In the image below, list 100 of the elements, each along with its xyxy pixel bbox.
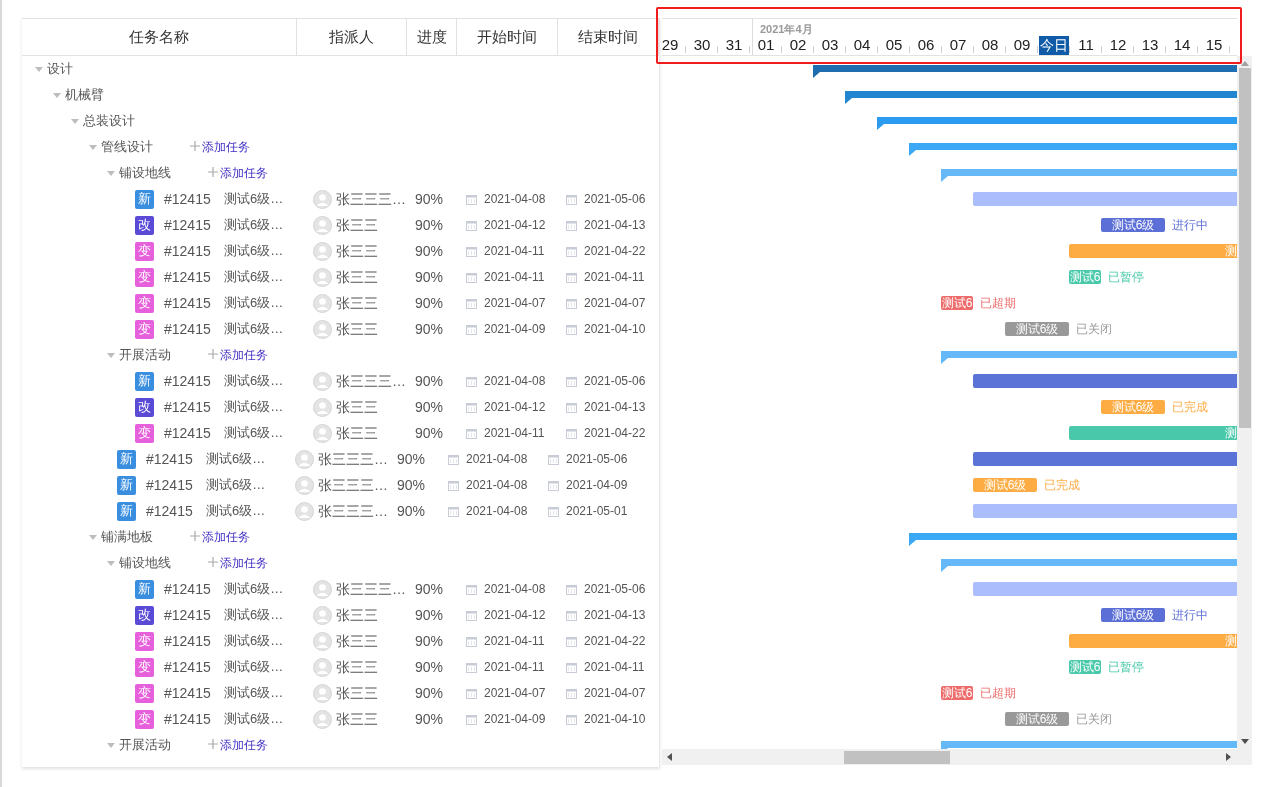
task-title[interactable]: 测试6级… <box>224 579 313 599</box>
start-date: 2021-04-08 <box>466 503 529 520</box>
assignee-name: 张三三 <box>336 241 379 261</box>
caret-down-icon[interactable] <box>35 65 43 73</box>
group-name[interactable]: 管线设计 <box>101 137 190 157</box>
start-date: 2021-04-08 <box>466 477 529 494</box>
progress-text: 90% <box>415 709 445 729</box>
task-title[interactable]: 测试6级… <box>206 501 295 521</box>
task-title[interactable]: 测试6级… <box>224 657 313 677</box>
caret-down-icon[interactable] <box>107 559 115 567</box>
assignee-name: 张三三 <box>336 605 379 625</box>
assignee-name: 张三三 <box>336 657 379 677</box>
end-date: 2021-04-11 <box>584 269 645 286</box>
task-badge[interactable]: 测试6级 <box>1101 608 1165 622</box>
day-label: 12 <box>1109 34 1127 55</box>
group-name[interactable]: 开展活动 <box>119 345 208 365</box>
start-date: 2021-04-11 <box>484 659 546 676</box>
day-label: 04 <box>853 34 871 55</box>
caret-down-icon[interactable] <box>107 351 115 359</box>
task-title[interactable]: 测试6级… <box>224 241 313 261</box>
avatar-icon <box>313 215 332 235</box>
column-header: 任务名称 <box>22 19 297 55</box>
task-title[interactable]: 测试6级… <box>224 319 313 339</box>
task-title[interactable]: 测试6级… <box>206 449 295 469</box>
avatar-icon <box>313 709 332 729</box>
group-name[interactable]: 铺设地线 <box>119 553 208 573</box>
caret-down-icon[interactable] <box>53 91 61 99</box>
task-title[interactable]: 测试6级… <box>224 423 313 443</box>
task-bar[interactable] <box>973 452 1237 466</box>
task-title[interactable]: 测试6级… <box>224 631 313 651</box>
task-title[interactable]: 测试6级… <box>224 293 313 313</box>
task-bar[interactable] <box>973 582 1237 596</box>
task-bar[interactable] <box>973 192 1237 206</box>
add-task-link[interactable]: 添加任务 <box>190 138 250 156</box>
caret-down-icon[interactable] <box>89 533 97 541</box>
progress-text: 90% <box>415 423 445 443</box>
progress-text: 90% <box>415 267 445 287</box>
task-bar[interactable] <box>973 504 1237 518</box>
progress-text: 90% <box>415 189 445 209</box>
scroll-left-icon[interactable] <box>666 753 672 761</box>
progress-text: 90% <box>397 501 427 521</box>
task-title[interactable]: 测试6级… <box>224 371 313 391</box>
day-label: 31 <box>725 34 743 55</box>
group-bar[interactable] <box>813 65 1237 78</box>
group-bar[interactable] <box>877 117 1237 130</box>
add-task-link[interactable]: 添加任务 <box>208 554 268 572</box>
group-bar[interactable] <box>845 91 1237 104</box>
task-title[interactable]: 测试6级… <box>224 215 313 235</box>
status-text: 进行中 <box>1172 217 1208 234</box>
caret-down-icon[interactable] <box>107 741 115 749</box>
group-name[interactable]: 开展活动 <box>119 735 208 755</box>
calendar-icon <box>466 427 477 439</box>
start-date: 2021-04-08 <box>484 581 547 598</box>
group-name[interactable]: 机械臂 <box>65 85 104 105</box>
assignee-name: 张三三 <box>336 423 379 443</box>
task-badge[interactable]: 测试6级 <box>1101 218 1165 232</box>
start-date: 2021-04-11 <box>484 633 546 650</box>
calendar-icon <box>466 713 477 725</box>
scroll-down-icon[interactable] <box>1240 739 1249 745</box>
add-task-link[interactable]: 添加任务 <box>208 736 268 754</box>
group-name[interactable]: 铺设地线 <box>119 163 208 183</box>
add-task-link[interactable]: 添加任务 <box>208 164 268 182</box>
status-text: 已完成 <box>1044 477 1080 494</box>
task-bar[interactable] <box>973 374 1237 388</box>
group-name[interactable]: 设计 <box>47 59 73 79</box>
progress-text: 90% <box>415 683 445 703</box>
day-label: 13 <box>1141 34 1159 55</box>
column-header: 开始时间 <box>457 19 559 55</box>
horizontal-scrollbar[interactable] <box>662 749 1252 765</box>
task-title[interactable]: 测试6级… <box>224 189 313 209</box>
avatar-icon <box>313 371 332 391</box>
add-task-link[interactable]: 添加任务 <box>190 528 250 546</box>
group-bar[interactable] <box>909 143 1237 156</box>
plus-icon <box>208 738 218 749</box>
task-title[interactable]: 测试6级… <box>224 397 313 417</box>
add-task-link[interactable]: 添加任务 <box>208 346 268 364</box>
calendar-icon <box>566 609 577 621</box>
caret-down-icon[interactable] <box>89 143 97 151</box>
scroll-up-icon[interactable] <box>1240 60 1249 66</box>
scrollbar-thumb[interactable] <box>1238 68 1251 428</box>
group-name[interactable]: 铺满地板 <box>101 527 190 547</box>
avatar-icon <box>313 657 332 677</box>
scroll-right-icon[interactable] <box>1226 753 1232 761</box>
task-title[interactable]: 测试6级… <box>224 605 313 625</box>
caret-down-icon[interactable] <box>71 117 79 125</box>
task-type-tag: 新 <box>135 189 154 209</box>
task-title[interactable]: 测试6级… <box>224 683 313 703</box>
avatar-icon <box>313 631 332 651</box>
start-date: 2021-04-08 <box>484 191 547 208</box>
vertical-scrollbar[interactable] <box>1237 56 1252 749</box>
group-bar[interactable] <box>909 533 1237 546</box>
group-name[interactable]: 总装设计 <box>83 111 135 131</box>
task-title[interactable]: 测试6级… <box>224 709 313 729</box>
day-label: 11 <box>1078 34 1094 55</box>
start-date: 2021-04-09 <box>484 711 547 728</box>
caret-down-icon[interactable] <box>107 169 115 177</box>
task-title[interactable]: 测试6级… <box>224 267 313 287</box>
plus-icon <box>190 140 200 151</box>
scrollbar-thumb[interactable] <box>844 750 950 764</box>
task-title[interactable]: 测试6级… <box>206 475 295 495</box>
